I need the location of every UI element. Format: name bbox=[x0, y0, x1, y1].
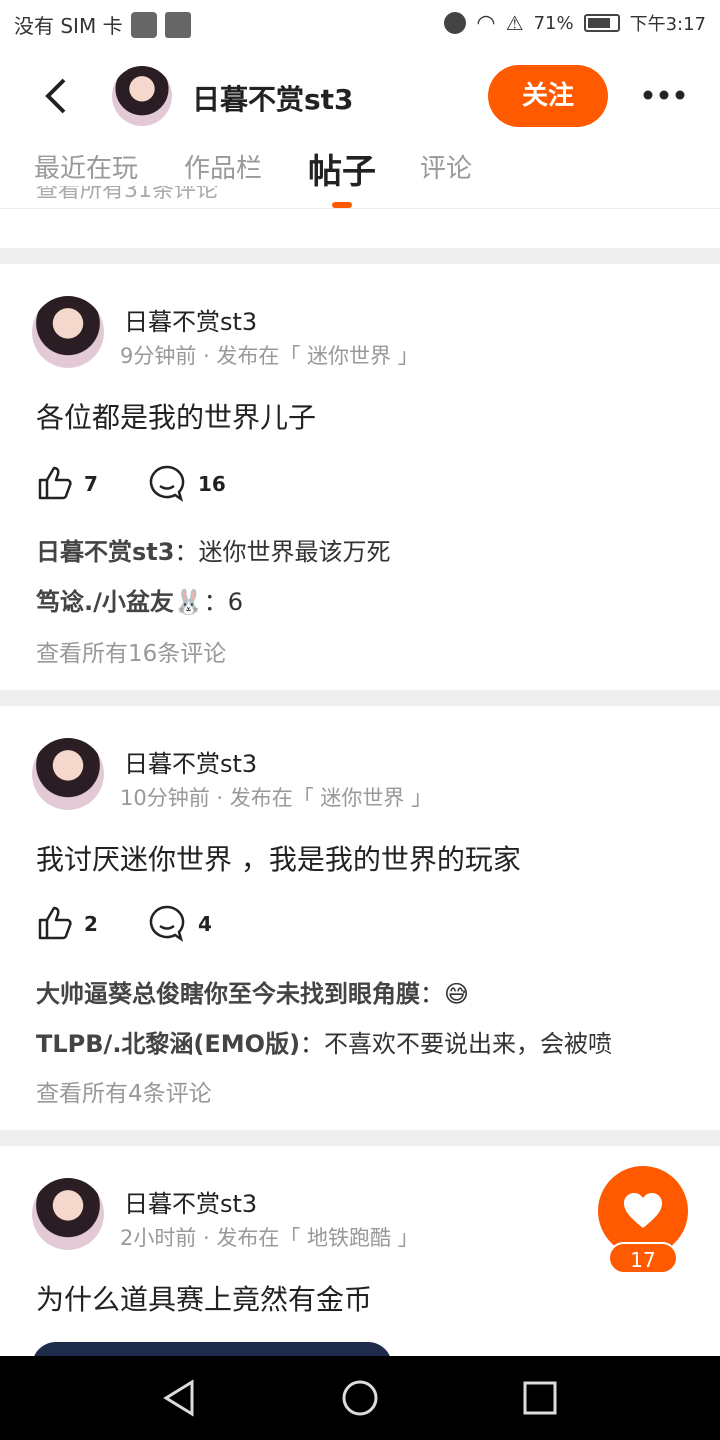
comment-count: 4 bbox=[198, 912, 212, 936]
divider bbox=[0, 1130, 720, 1146]
image-icon bbox=[164, 11, 191, 38]
post-meta: 10分钟前 · 发布在「 迷你世界 」 bbox=[120, 786, 433, 810]
notification-icon bbox=[130, 11, 157, 38]
comment-preview[interactable]: TLPB/.北黎涵(EMO版)：不喜欢不要说出来，会被喷 bbox=[36, 1024, 612, 1059]
post-meta: 9分钟前 · 发布在「 迷你世界 」 bbox=[120, 344, 419, 368]
home-nav-icon[interactable] bbox=[338, 1376, 382, 1420]
back-nav-icon[interactable] bbox=[158, 1376, 202, 1420]
carrier-text: 没有 SIM 卡 bbox=[14, 14, 123, 38]
more-options-icon[interactable] bbox=[640, 80, 688, 110]
comment-text: 6 bbox=[227, 588, 244, 616]
comment-text: 迷你世界最该万死 bbox=[198, 538, 391, 566]
alert-icon: ⚠ bbox=[505, 11, 524, 35]
post-text[interactable]: 为什么道具赛上竟然有金币 bbox=[36, 1278, 372, 1318]
tab-recent[interactable]: 最近在玩 bbox=[34, 148, 138, 185]
status-bar: 没有 SIM 卡 ◠ ⚠ 71% 下午3:17 bbox=[0, 0, 720, 48]
like-count: 7 bbox=[84, 472, 98, 496]
wifi-icon: ◠ bbox=[476, 10, 496, 36]
recents-nav-icon[interactable] bbox=[518, 1376, 562, 1420]
author-name[interactable]: 日暮不赏st3 bbox=[124, 744, 257, 779]
post-meta: 2小时前 · 发布在「 地铁跑酷 」 bbox=[120, 1226, 419, 1250]
clock: 下午3:17 bbox=[629, 14, 706, 35]
tab-works[interactable]: 作品栏 bbox=[184, 148, 262, 185]
comment-icon[interactable] bbox=[148, 464, 186, 502]
commenter-name: 大帅逼葵总俊瞎你至今未找到眼角膜 bbox=[36, 980, 420, 1008]
post-text[interactable]: 我讨厌迷你世界 ，我是我的世界的玩家 bbox=[36, 838, 521, 878]
back-arrow-icon[interactable] bbox=[38, 72, 78, 120]
commenter-name: TLPB/.北黎涵(EMO版) bbox=[36, 1030, 301, 1058]
thumbs-up-icon[interactable] bbox=[36, 904, 74, 942]
comment-icon[interactable] bbox=[148, 904, 186, 942]
comment-preview[interactable]: 笃谂./小盆友🐰：6 bbox=[36, 582, 243, 617]
commenter-name: 笃谂./小盆友 bbox=[36, 588, 174, 616]
like-count: 2 bbox=[84, 912, 98, 936]
comment-text: 不喜欢不要说出来，会被喷 bbox=[324, 1030, 613, 1058]
author-avatar[interactable] bbox=[32, 296, 104, 368]
comment-count: 16 bbox=[198, 472, 226, 496]
sweat-smile-emoji: 😅 bbox=[444, 980, 470, 1008]
divider bbox=[0, 690, 720, 706]
like-total-badge: 17 bbox=[608, 1242, 678, 1274]
view-all-comments-link[interactable]: 查看所有16条评论 bbox=[36, 634, 226, 668]
follow-button[interactable]: 关注 bbox=[488, 65, 608, 127]
active-tab-indicator bbox=[332, 202, 352, 208]
author-name[interactable]: 日暮不赏st3 bbox=[124, 1184, 257, 1219]
battery-icon bbox=[583, 14, 620, 32]
avatar[interactable] bbox=[112, 66, 172, 126]
partial-view-all-comments[interactable]: 查看所有31条评论 bbox=[36, 186, 218, 208]
post-text[interactable]: 各位都是我的世界儿子 bbox=[36, 396, 316, 436]
tab-comments[interactable]: 评论 bbox=[420, 148, 472, 185]
author-avatar[interactable] bbox=[32, 738, 104, 810]
commenter-name: 日暮不赏st3 bbox=[36, 538, 175, 566]
dnd-icon bbox=[444, 12, 467, 34]
comment-preview[interactable]: 大帅逼葵总俊瞎你至今未找到眼角膜：😅 bbox=[36, 974, 469, 1009]
thumbs-up-icon[interactable] bbox=[36, 464, 74, 502]
tab-posts[interactable]: 帖子 bbox=[308, 144, 376, 193]
rabbit-emoji: 🐰 bbox=[173, 588, 204, 616]
divider bbox=[0, 248, 720, 264]
author-avatar[interactable] bbox=[32, 1178, 104, 1250]
profile-username: 日暮不赏st3 bbox=[192, 83, 354, 116]
author-name[interactable]: 日暮不赏st3 bbox=[124, 302, 257, 337]
battery-percent: 71% bbox=[533, 12, 574, 34]
system-nav-bar bbox=[0, 1356, 720, 1440]
profile-header: 日暮不赏st3 关注 bbox=[0, 56, 720, 136]
view-all-comments-link[interactable]: 查看所有4条评论 bbox=[36, 1074, 212, 1108]
comment-preview[interactable]: 日暮不赏st3：迷你世界最该万死 bbox=[36, 532, 390, 567]
